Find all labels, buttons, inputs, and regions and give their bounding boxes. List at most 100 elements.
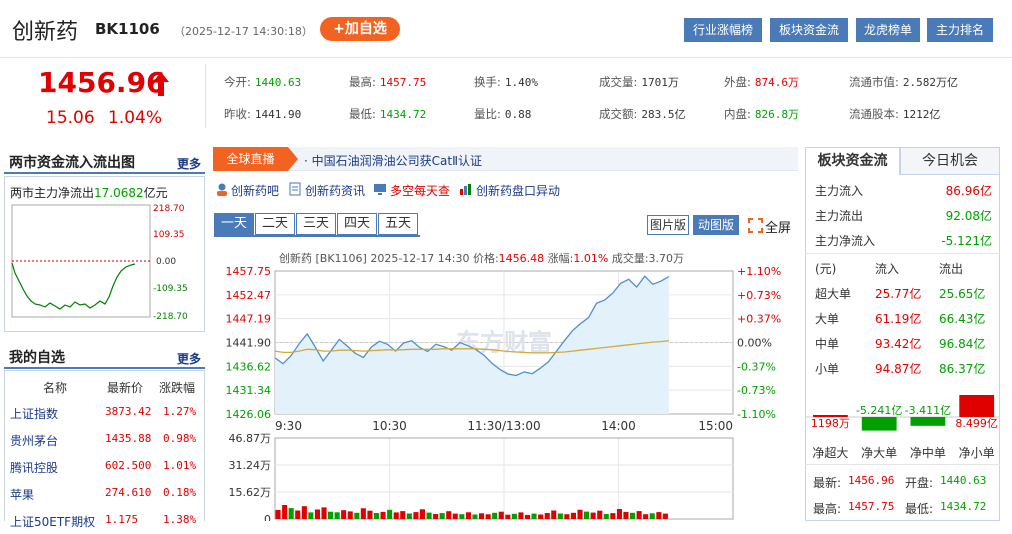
price-change: 15.06 (46, 108, 95, 128)
volume-bar (656, 512, 662, 519)
tab-4day[interactable]: 四天 (337, 213, 377, 235)
link-abnormal[interactable]: 创新药盘口异动 (476, 182, 560, 199)
quote-value: 874.6万 (754, 76, 799, 89)
quote-value: 2.582万亿 (902, 76, 958, 89)
volume-bar (590, 512, 596, 519)
fund-table-row: 超大单 25.77亿 25.65亿 (805, 280, 1000, 305)
flow-chart-box: 两市主力净流出17.0682亿元 218.70 109.35 0.00 -109… (4, 176, 205, 332)
tab-today-chance[interactable]: 今日机会 (900, 147, 1000, 175)
stock-name[interactable]: 苹果 (10, 486, 34, 503)
volume-bar (577, 509, 583, 519)
volume-bar (557, 513, 563, 519)
up-arrow-icon (153, 72, 169, 96)
watchlist-table: 名称 最新价 涨跌幅 上证指数 3873.42 1.27% 贵州茅台 1435.88 0.… (4, 370, 205, 529)
quote-item: 换手: 1.40% (474, 74, 538, 90)
watchlist-more-link[interactable]: 更多 (177, 350, 201, 367)
fund-summary-label: 主力流入 (815, 184, 864, 198)
y-tick-right: +1.10% (737, 265, 781, 278)
watchlist-row[interactable]: 苹果 274.610 0.18% (5, 480, 204, 507)
fullscreen-icon[interactable] (748, 218, 763, 233)
x-tick: 15:00 (698, 419, 733, 433)
tab-2day[interactable]: 二天 (255, 213, 295, 235)
fullscreen-button[interactable]: 全屏 (765, 217, 791, 236)
tab-1day[interactable]: 一天 (214, 213, 254, 235)
stock-pct: 1.01% (163, 459, 197, 472)
flow-caption-value: 17.0682 (94, 186, 144, 200)
fund-row-in: 94.87亿 (875, 362, 922, 376)
fund-summary-value: -5.121亿 (941, 234, 992, 248)
fund-summary-label: 主力流出 (815, 209, 864, 223)
flow-tick: -218.70 (153, 312, 188, 322)
news-badge: 全球直播 (213, 147, 288, 171)
volume-bar (564, 514, 570, 519)
link-bull-bear[interactable]: 多空每天查 (390, 182, 450, 199)
volume-bar (288, 508, 294, 519)
stock-name[interactable]: 贵州茅台 (10, 432, 58, 449)
volume-bar (347, 511, 353, 519)
volume-bar (308, 512, 314, 519)
news-headline[interactable]: · 中国石油润滑油公司获CatⅡ认证 (304, 152, 482, 169)
link-news[interactable]: 创新药资讯 (305, 182, 365, 199)
nav-dragon-tiger-list[interactable]: 龙虎榜单 (856, 18, 920, 42)
chart-info-pct: 1.01% (573, 252, 608, 265)
volume-bar (531, 513, 537, 519)
volume-bar (649, 513, 655, 519)
add-watchlist-button[interactable]: +加自选 (320, 17, 400, 41)
stock-name[interactable]: 上证50ETF期权 (10, 513, 95, 530)
volume-tick: 46.87万 (229, 432, 272, 445)
dynamic-mode-button[interactable]: 动图版 (693, 215, 739, 235)
watchlist-row[interactable]: 贵州茅台 1435.88 0.98% (5, 426, 204, 453)
nav-industry-gainers[interactable]: 行业涨幅榜 (684, 18, 762, 42)
volume-bar (662, 513, 668, 519)
nav-main-force-rank[interactable]: 主力排名 (927, 18, 993, 42)
volume-bar (419, 509, 425, 519)
quote-item: 量比: 0.88 (474, 106, 531, 122)
y-tick-left: 1431.34 (226, 384, 272, 397)
flow-caption-label: 两市主力净流出 (10, 186, 95, 200)
quote-label: 流通股本: (849, 107, 899, 121)
x-tick: 11:30/13:00 (467, 419, 540, 433)
board-code: BK1106 (95, 20, 160, 38)
quote-label: 换手: (474, 75, 501, 89)
volume-bar (426, 512, 432, 519)
nav-board-fund-flow[interactable]: 板块资金流 (770, 18, 848, 42)
volume-bar (525, 514, 531, 519)
volume-bar (433, 514, 439, 519)
watchlist-row[interactable]: 腾讯控股 602.500 1.01% (5, 453, 204, 480)
net-bar-label: 净中单 (910, 445, 946, 460)
volume-bar (465, 512, 471, 519)
fund-table-row: 大单 61.19亿 66.43亿 (805, 305, 1000, 330)
volume-bar (603, 514, 609, 519)
quote-label: 今开: (224, 75, 251, 89)
volume-bar (360, 508, 366, 519)
volume-bar (354, 512, 360, 519)
quote-value: 283.5亿 (641, 108, 686, 121)
quote-item: 今开: 1440.63 (224, 74, 301, 90)
volume-bar (518, 512, 524, 519)
y-tick-right: +0.37% (737, 313, 781, 326)
quote-label: 量比: (474, 107, 501, 121)
stock-name[interactable]: 上证指数 (10, 405, 58, 422)
price-change-pct: 1.04% (108, 108, 163, 128)
net-bar-label: 净大单 (861, 446, 897, 460)
tab-3day[interactable]: 三天 (296, 213, 336, 235)
price-summary-value: 1456.96 (848, 474, 895, 487)
quote-value: 826.8万 (754, 108, 799, 121)
picture-mode-button[interactable]: 图片版 (647, 215, 689, 235)
tab-board-fund-flow[interactable]: 板块资金流 (805, 147, 900, 175)
stock-name[interactable]: 腾讯控股 (10, 459, 58, 476)
tab-5day[interactable]: 五天 (378, 213, 418, 235)
volume-bar (282, 505, 288, 519)
link-forum[interactable]: 创新药吧 (231, 182, 279, 199)
divider (214, 235, 420, 237)
volume-bar (328, 511, 334, 519)
quote-value: 0.88 (504, 108, 532, 121)
y-tick-left: 1426.06 (226, 408, 272, 421)
volume-bar (321, 507, 327, 519)
divider (4, 172, 205, 174)
watchlist-row[interactable]: 上证指数 3873.42 1.27% (5, 399, 204, 426)
y-tick-left: 1436.62 (226, 360, 272, 373)
y-tick-left: 1452.47 (226, 289, 272, 302)
fund-summary-row: 主力流出 92.08亿 (805, 202, 1000, 227)
flow-more-link[interactable]: 更多 (177, 155, 201, 172)
